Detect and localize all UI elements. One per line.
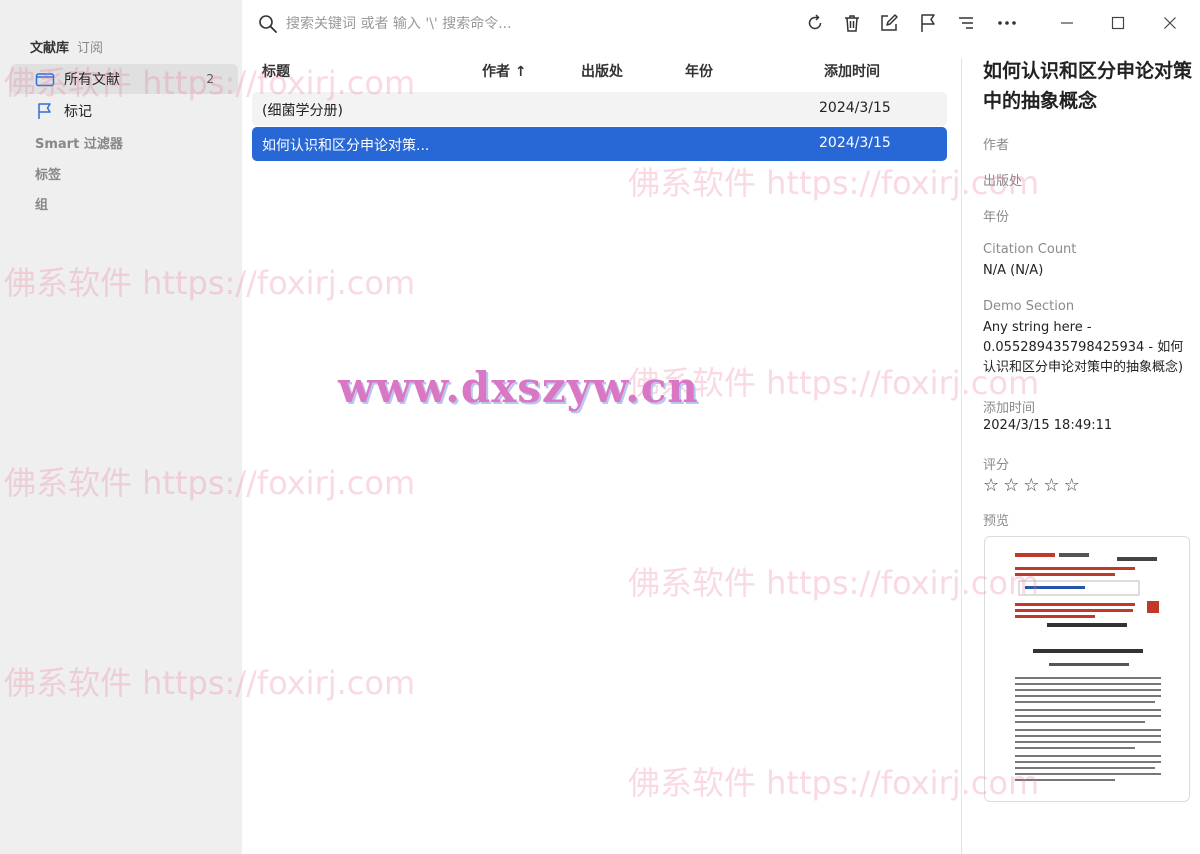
document-thumbnail <box>1015 553 1161 781</box>
maximize-button[interactable] <box>1106 11 1130 35</box>
table-row[interactable]: (细菌学分册) 2024/3/15 <box>252 92 947 126</box>
edit-icon <box>881 14 898 31</box>
star-icon[interactable]: ☆ <box>1003 475 1019 496</box>
sidebar-item-label: 标记 <box>64 104 92 120</box>
star-icon[interactable]: ☆ <box>1064 475 1080 496</box>
detail-added-label: 添加时间 <box>983 401 1036 416</box>
detail-preview-label: 预览 <box>983 514 1010 529</box>
close-icon <box>1164 17 1176 29</box>
row-added-date: 2024/3/15 <box>819 135 891 151</box>
sort-button[interactable] <box>954 11 978 35</box>
detail-citation-label: Citation Count <box>983 242 1077 257</box>
table-header: 标题 作者 ↑ 出版处 年份 添加时间 <box>252 58 947 84</box>
search-icon <box>259 15 277 33</box>
star-icon[interactable]: ☆ <box>1023 475 1039 496</box>
minimize-icon <box>1061 22 1073 24</box>
item-count-badge: 2 <box>206 72 214 86</box>
refresh-button[interactable] <box>803 11 827 35</box>
flag-icon <box>921 14 935 32</box>
row-title: (细菌学分册) <box>262 103 343 119</box>
sidebar-tabs: 文献库 订阅 <box>30 37 103 56</box>
tab-subscriptions[interactable]: 订阅 <box>77 37 103 56</box>
detail-title[interactable]: 如何认识和区分申论对策中的抽象概念 <box>983 56 1193 116</box>
sidebar-item-all-items[interactable]: 所有文献 2 <box>10 64 238 94</box>
maximize-icon <box>1111 16 1125 30</box>
search-input[interactable] <box>286 16 766 32</box>
edit-button[interactable] <box>877 11 901 35</box>
detail-author-label: 作者 <box>983 138 1010 153</box>
detail-demo-value: Any string here - 0.055289435798425934 -… <box>983 320 1184 375</box>
watermark-site-text: www.dxszyw.cn <box>338 363 699 412</box>
detail-citation-value: N/A (N/A) <box>983 263 1044 278</box>
watermark-text: 佛系软件 https://foxirj.com <box>628 764 1040 802</box>
detail-demo-label: Demo Section <box>983 299 1075 314</box>
watermark-text: 佛系软件 https://foxirj.com <box>628 564 1040 602</box>
trash-icon <box>845 15 859 32</box>
minimize-button[interactable] <box>1055 11 1079 35</box>
sidebar-section-groups[interactable]: 组 <box>35 194 48 213</box>
star-icon[interactable]: ☆ <box>983 475 999 496</box>
more-button[interactable] <box>995 11 1019 35</box>
row-added-date: 2024/3/15 <box>819 100 891 116</box>
sidebar-item-label: 所有文献 <box>64 72 120 88</box>
sidebar-section-smart-filters[interactable]: Smart 过滤器 <box>35 133 123 152</box>
column-header-title[interactable]: 标题 <box>262 61 290 81</box>
sidebar-section-tags[interactable]: 标签 <box>35 164 61 183</box>
tab-library[interactable]: 文献库 <box>30 37 69 56</box>
sidebar: 文献库 订阅 所有文献 2 标记 Smart 过滤器 标签 组 <box>0 0 242 854</box>
document-preview[interactable] <box>984 536 1190 802</box>
detail-year-label: 年份 <box>983 210 1010 225</box>
search-bar <box>258 10 778 38</box>
star-icon[interactable]: ☆ <box>1043 475 1059 496</box>
sort-lines-icon <box>959 17 973 29</box>
detail-rating-label: 评分 <box>983 458 1010 473</box>
flag-button[interactable] <box>916 11 940 35</box>
row-title: 如何认识和区分申论对策... <box>262 138 430 154</box>
detail-publisher-label: 出版处 <box>983 174 1023 189</box>
refresh-icon <box>808 14 822 30</box>
column-header-publisher[interactable]: 出版处 <box>581 61 623 81</box>
rating-stars: ☆ ☆ ☆ ☆ ☆ <box>983 475 1193 496</box>
folder-icon <box>34 70 56 88</box>
flag-icon <box>34 102 56 120</box>
sidebar-item-flagged[interactable]: 标记 <box>10 96 238 126</box>
detail-added-value: 2024/3/15 18:49:11 <box>983 418 1113 433</box>
more-dots-icon <box>998 21 1016 25</box>
column-header-year[interactable]: 年份 <box>685 61 713 81</box>
column-header-author[interactable]: 作者 ↑ <box>482 61 527 81</box>
watermark-text: 佛系软件 https://foxirj.com <box>628 164 1040 202</box>
table-row-selected[interactable]: 如何认识和区分申论对策... 2024/3/15 <box>252 127 947 161</box>
delete-button[interactable] <box>840 11 864 35</box>
column-header-added[interactable]: 添加时间 <box>824 61 880 81</box>
close-button[interactable] <box>1158 11 1182 35</box>
panel-divider[interactable] <box>961 58 962 854</box>
